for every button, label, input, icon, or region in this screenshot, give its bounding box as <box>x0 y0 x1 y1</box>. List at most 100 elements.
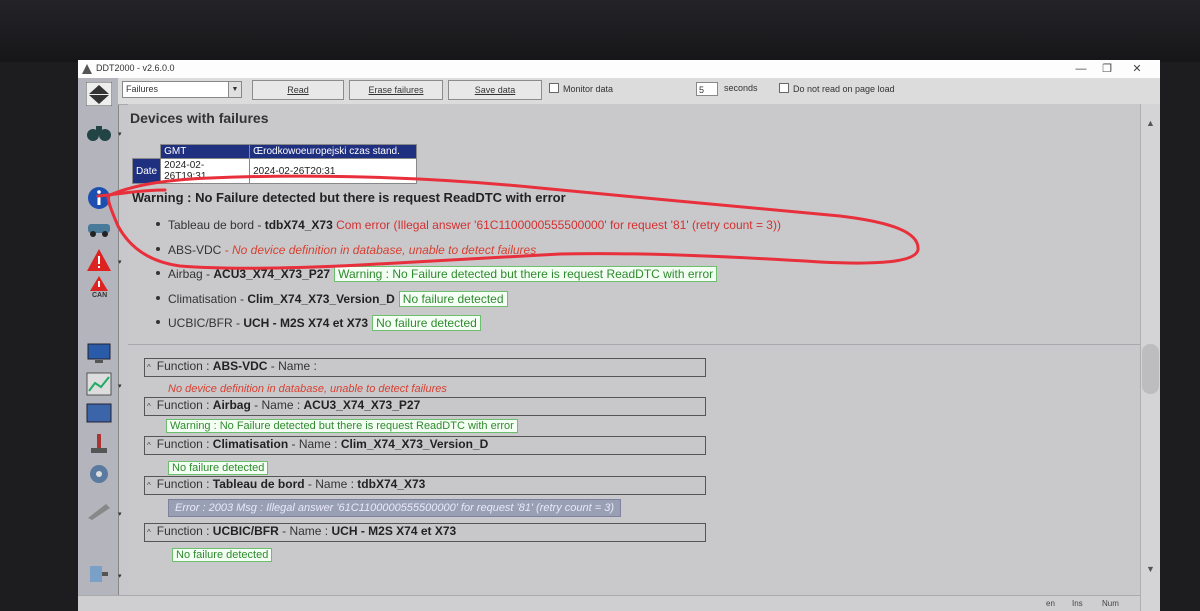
function-mid: - Name : <box>288 437 341 451</box>
scroll-thumb[interactable] <box>1142 344 1159 394</box>
monitor-data-checkbox[interactable]: Monitor data <box>549 83 613 94</box>
caret-up-icon[interactable]: ^ <box>147 402 151 411</box>
device-label: Climatisation - <box>168 292 248 306</box>
function-mid: - Name : <box>267 359 317 373</box>
chevron-down-icon[interactable]: ▾ <box>118 130 126 138</box>
list-item[interactable]: UCBIC/BFR - UCH - M2S X74 et X73 No failu… <box>156 315 481 331</box>
pen-icon[interactable] <box>86 498 112 522</box>
page-title: Devices with failures <box>130 110 269 126</box>
function-panel-abs-vdc[interactable]: ^ Function : ABS-VDC - Name : <box>144 358 706 377</box>
function-name: ABS-VDC <box>212 359 268 373</box>
function-device-name: UCH - M2S X74 et X73 <box>331 524 457 538</box>
chevron-down-icon[interactable]: ▾ <box>118 510 126 518</box>
function-panel-airbag[interactable]: ^ Function : Airbag - Name : ACU3_X74_X73… <box>144 397 706 416</box>
monitor-bezel <box>0 0 1200 62</box>
function-name: UCBIC/BFR <box>212 524 279 538</box>
list-item[interactable]: Tableau de bord - tdbX74_X73 Com error (… <box>156 218 781 232</box>
vertical-scrollbar[interactable]: ▲ ▼ <box>1140 104 1160 611</box>
warning-icon[interactable] <box>86 248 112 272</box>
chevron-down-icon[interactable]: ▾ <box>118 258 126 266</box>
function-name: Climatisation <box>212 437 289 451</box>
monitor-data-label: Monitor data <box>563 84 614 94</box>
save-data-button[interactable]: Save data <box>448 80 542 100</box>
function-panel-tableau-de-bord[interactable]: ^ Function : Tableau de bord - Name : tdb… <box>144 476 706 495</box>
function-panel-ucbic-bfr[interactable]: ^ Function : UCBIC/BFR - Name : UCH - M2S… <box>144 523 706 542</box>
divider <box>128 344 1140 345</box>
car-icon[interactable] <box>86 216 112 240</box>
no-read-label: Do not read on page load <box>793 84 895 94</box>
date-local-value: 2024-02-26T20:31 <box>249 158 418 184</box>
chevron-down-icon[interactable]: ▾ <box>118 572 126 580</box>
checkbox-box[interactable] <box>779 83 789 93</box>
parts-icon[interactable] <box>86 462 112 486</box>
checkbox-box[interactable] <box>549 83 559 93</box>
scroll-up-icon[interactable]: ▲ <box>1146 118 1155 128</box>
function-mid: - Name : <box>278 524 332 538</box>
caret-up-icon[interactable]: ^ <box>147 481 151 490</box>
date-row-header: Date <box>131 158 162 184</box>
bullet <box>156 271 160 275</box>
seconds-label: seconds <box>724 83 758 93</box>
device-name: ACU3_X74_X73_P27 <box>213 267 331 281</box>
date-gmt-value: 2024-02-26T19:31 <box>160 158 251 184</box>
function-mid: - Name : <box>250 398 304 412</box>
scroll-down-icon[interactable]: ▼ <box>1146 564 1155 574</box>
status-badge: No failure detected <box>372 315 481 331</box>
binoculars-icon[interactable] <box>86 120 112 144</box>
function-detail: No failure detected <box>168 461 269 475</box>
no-read-checkbox[interactable]: Do not read on page load <box>779 83 895 94</box>
function-device-name: tdbX74_X73 <box>357 477 426 491</box>
window-title: DDT2000 - v2.6.0.0 <box>96 63 175 73</box>
function-name: Tableau de bord <box>212 477 305 491</box>
status-indicator: Num <box>1102 599 1119 608</box>
info-icon[interactable] <box>86 186 112 210</box>
function-detail: No device definition in database, unable… <box>168 383 447 395</box>
table-corner <box>132 144 161 159</box>
function-panel-climatisation[interactable]: ^ Function : Climatisation - Name : Clim_… <box>144 436 706 455</box>
function-prefix: Function : <box>156 398 213 412</box>
can-warning-icon[interactable] <box>86 276 112 292</box>
caret-up-icon[interactable]: ^ <box>147 441 151 450</box>
screen-icon[interactable] <box>86 402 112 426</box>
timezone-header: Œrodkowoeuropejski czas stand. <box>249 144 418 159</box>
function-device-name: ACU3_X74_X73_P27 <box>303 398 421 412</box>
caret-up-icon[interactable]: ^ <box>147 528 151 537</box>
monitor-icon[interactable] <box>86 342 112 366</box>
status-indicator: en <box>1046 599 1055 608</box>
status-indicator: Ins <box>1072 599 1083 608</box>
list-item[interactable]: Airbag - ACU3_X74_X73_P27 Warning : No Fa… <box>156 266 718 282</box>
chevron-down-icon[interactable]: ▼ <box>228 82 241 97</box>
minimize-icon[interactable]: — <box>1070 61 1092 77</box>
erase-failures-button[interactable]: Erase failures <box>349 80 443 100</box>
monitor-interval-input[interactable]: 5 <box>696 82 718 96</box>
function-detail: No failure detected <box>172 548 273 562</box>
read-button[interactable]: Read <box>252 80 344 100</box>
function-device-name: Clim_X74_X73_Version_D <box>340 437 489 451</box>
maximize-icon[interactable]: ❐ <box>1096 61 1118 77</box>
list-item[interactable]: Climatisation - Clim_X74_X73_Version_D No… <box>156 291 508 307</box>
bullet <box>156 320 160 324</box>
mode-select[interactable]: Failures ▼ <box>122 81 242 98</box>
list-item[interactable]: ABS-VDC - No device definition in databa… <box>156 243 536 257</box>
warning-title: Warning : No Failure detected but there … <box>132 190 566 205</box>
chevron-down-icon[interactable]: ▾ <box>118 382 126 390</box>
device-name: tdbX74_X73 <box>264 218 333 232</box>
caret-up-icon[interactable]: ^ <box>147 363 151 372</box>
device-label: ABS-VDC <box>168 243 222 257</box>
ecu-icon[interactable] <box>86 562 112 586</box>
function-prefix: Function : <box>156 437 213 451</box>
chart-icon[interactable] <box>86 372 112 396</box>
app-window: DDT2000 - v2.6.0.0 — ❐ ✕ ▾ ▾ CAN ▾ ▾ ▾ F… <box>78 60 1160 611</box>
tool-icon[interactable] <box>86 432 112 456</box>
sidebar: ▾ ▾ CAN ▾ ▾ ▾ <box>78 78 122 611</box>
can-label: CAN <box>92 292 108 299</box>
ddt-logo-icon[interactable] <box>86 82 112 106</box>
gmt-header: GMT <box>160 144 251 159</box>
function-prefix: Function : <box>156 359 213 373</box>
close-icon[interactable]: ✕ <box>1126 61 1148 77</box>
device-status: Com error (Illegal answer '61C1100000555… <box>332 218 781 232</box>
status-badge: Warning : No Failure detected but there … <box>334 266 718 282</box>
bullet <box>156 222 160 226</box>
function-detail: Error : 2003 Msg : Illegal answer '61C11… <box>168 499 621 517</box>
device-status: - No device definition in database, unab… <box>221 243 537 257</box>
